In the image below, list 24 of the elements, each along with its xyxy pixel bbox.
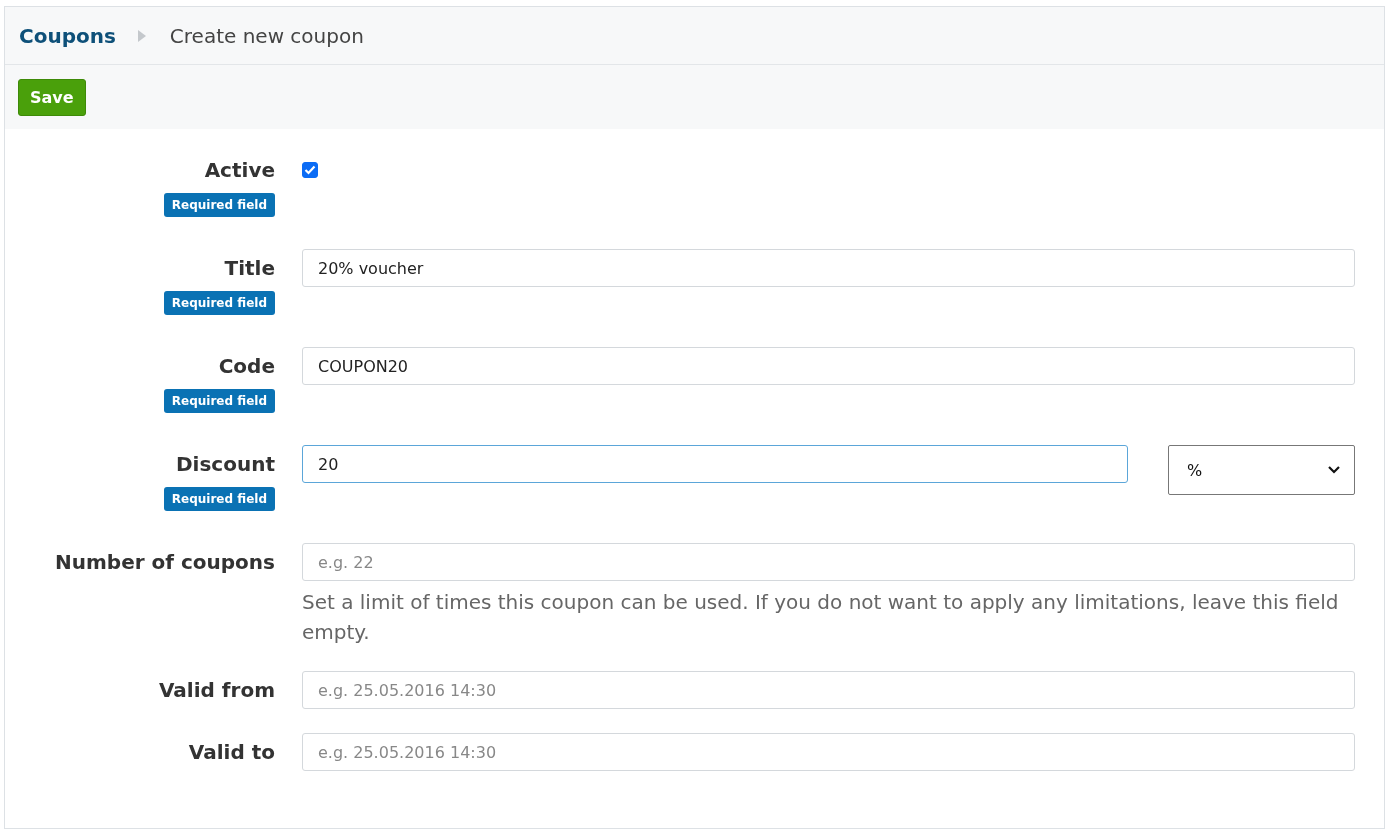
- field-label: Code: [218, 353, 275, 379]
- field-label: Valid from: [159, 677, 275, 703]
- input-field[interactable]: 20: [302, 445, 1128, 483]
- breadcrumb-current: Create new coupon: [169, 23, 364, 48]
- input-field[interactable]: e.g. 25.05.2016 14:30: [302, 671, 1355, 709]
- input-field[interactable]: COUPON20: [302, 347, 1355, 385]
- input-field[interactable]: e.g. 25.05.2016 14:30: [302, 733, 1355, 771]
- breadcrumb-link[interactable]: Coupons: [19, 23, 116, 48]
- caret-icon: [137, 29, 146, 42]
- required-badge: Required field: [163, 193, 275, 217]
- field-label: Valid to: [188, 739, 275, 765]
- field-label: Number of coupons: [55, 549, 275, 575]
- chevron-down-icon: [1328, 466, 1340, 474]
- required-badge: Required field: [163, 487, 275, 511]
- input-field[interactable]: e.g. 22: [302, 543, 1355, 581]
- input-field[interactable]: 20% voucher: [302, 249, 1355, 287]
- unit-select[interactable]: %: [1168, 445, 1355, 495]
- checkbox[interactable]: [302, 162, 318, 178]
- field-label: Discount: [176, 451, 275, 477]
- help-text: Set a limit of times this coupon can be used. If you do not want to apply any limitations, leave this field empty.: [302, 589, 1340, 646]
- required-badge: Required field: [163, 291, 275, 315]
- field-label: Title: [224, 255, 275, 281]
- field-label: Active: [204, 157, 275, 183]
- required-badge: Required field: [163, 389, 275, 413]
